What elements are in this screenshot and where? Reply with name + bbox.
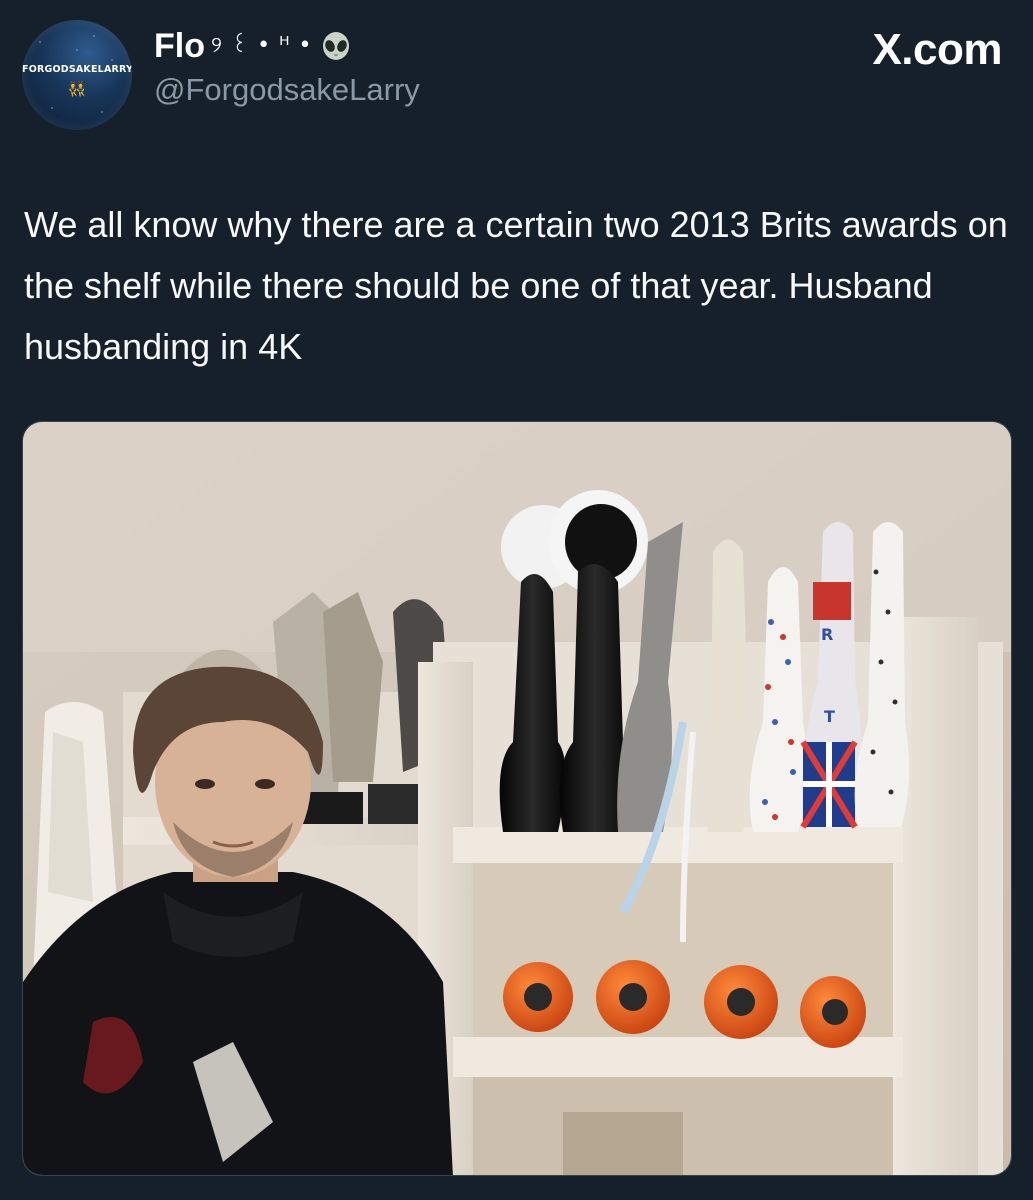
display-name-decoration: ୨ ꒰ • ᴴ • [210, 33, 313, 58]
user-names: Flo ୨ ꒰ • ᴴ • @ForgodsakeLarry [154, 24, 420, 110]
user-handle[interactable]: @ForgodsakeLarry [154, 70, 420, 110]
display-name-row[interactable]: Flo ୨ ꒰ • ᴴ • [154, 24, 420, 68]
avatar[interactable]: FORGODSAKELARRY 👯 [22, 20, 132, 130]
svg-text:R: R [821, 625, 833, 644]
site-label: X.com [872, 25, 1002, 74]
display-name: Flo [154, 27, 205, 65]
alien-icon [320, 30, 352, 62]
avatar-emoji: 👯 [67, 80, 87, 98]
tweet-header: FORGODSAKELARRY 👯 Flo ୨ ꒰ • ᴴ • @Forgods… [22, 20, 1012, 130]
photo-illustration: R T [23, 422, 1011, 1175]
tweet-text: We all know why there are a certain two … [24, 204, 1008, 367]
tweet-photo[interactable]: R T [22, 421, 1012, 1176]
avatar-label: FORGODSAKELARRY [22, 64, 132, 75]
svg-text:T: T [824, 707, 835, 726]
